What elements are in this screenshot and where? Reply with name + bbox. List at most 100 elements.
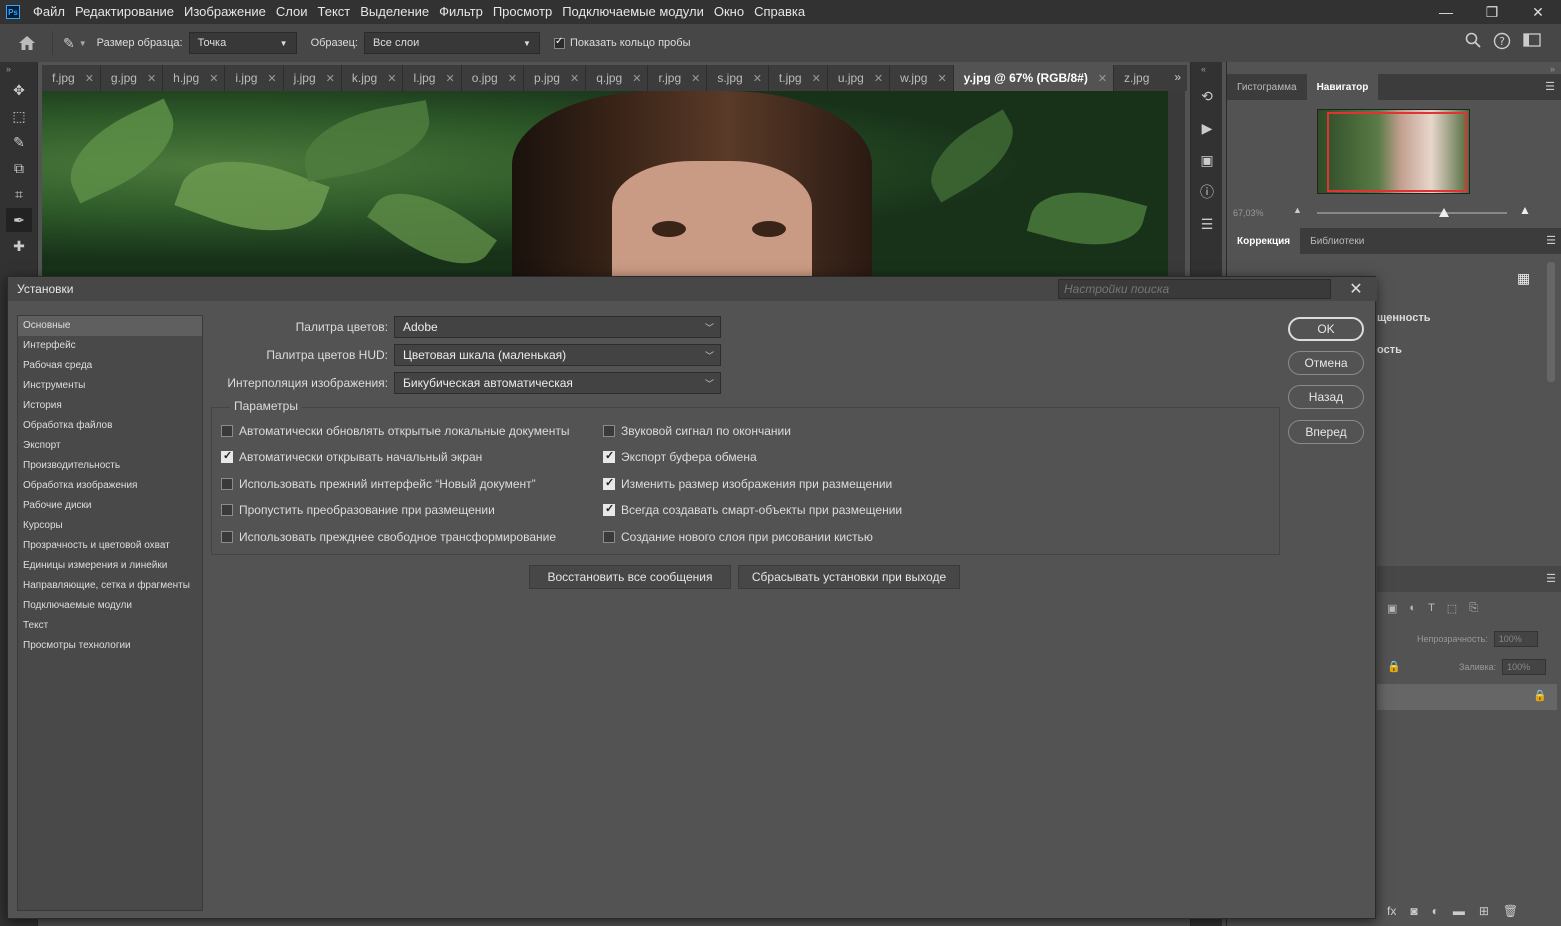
tab-o[interactable]: o.jpg ✕	[462, 65, 524, 91]
close-tab-icon[interactable]: ✕	[691, 72, 700, 85]
folder-icon[interactable]: ▬	[1453, 904, 1465, 918]
zoom-out-icon[interactable]: ▲	[1293, 205, 1302, 215]
image-panel-icon[interactable]: ▣	[1195, 148, 1219, 172]
tab-libraries[interactable]: Библиотеки	[1300, 228, 1374, 254]
category-technology-previews[interactable]: Просмотры технологии	[18, 636, 202, 656]
category-transparency-gamut[interactable]: Прозрачность и цветовой охват	[18, 536, 202, 556]
move-tool-icon[interactable]: ✥	[6, 78, 32, 102]
menu-plugins[interactable]: Подключаемые модули	[557, 0, 709, 24]
close-icon[interactable]: ✕	[1344, 279, 1368, 299]
tab-p[interactable]: p.jpg ✕	[524, 65, 587, 91]
tab-s[interactable]: s.jpg ✕	[707, 65, 769, 91]
tab-navigator[interactable]: Навигатор	[1306, 74, 1379, 100]
hud-color-picker-select[interactable]: Цветовая шкала (маленькая) ﹀	[394, 344, 721, 366]
legacy-new-doc-checkbox[interactable]: Использовать прежний интерфейс “Новый до…	[221, 475, 536, 493]
restore-messages-button[interactable]: Восстановить все сообщения	[529, 565, 731, 589]
marquee-tool-icon[interactable]: ⬚	[6, 104, 32, 128]
menu-file[interactable]: Файл	[28, 0, 70, 24]
auto-open-home-checkbox[interactable]: Автоматически открывать начальный экран	[221, 448, 482, 466]
lock-icon[interactable]: 🔒	[1387, 660, 1401, 673]
tab-r[interactable]: r.jpg ✕	[648, 65, 708, 91]
filter-type-icon[interactable]: T	[1428, 602, 1435, 615]
export-clipboard-checkbox[interactable]: Экспорт буфера обмена	[603, 448, 757, 466]
always-smart-objects-checkbox[interactable]: Всегда создавать смарт-объекты при разме…	[603, 501, 902, 519]
filter-shape-icon[interactable]: ⬚	[1447, 602, 1457, 615]
zoom-slider[interactable]	[1317, 212, 1507, 214]
category-guides-grid-slices[interactable]: Направляющие, сетка и фрагменты	[18, 576, 202, 596]
tab-z[interactable]: z.jpg	[1114, 65, 1155, 91]
opacity-input[interactable]: 100%	[1493, 631, 1538, 647]
category-scratch-disks[interactable]: Рабочие диски	[18, 496, 202, 516]
new-layer-brush-checkbox[interactable]: Создание нового слоя при рисовании кисть…	[603, 528, 873, 546]
menu-type[interactable]: Текст	[313, 0, 356, 24]
grid-view-icon[interactable]: ▦	[1517, 270, 1530, 287]
healing-brush-tool-icon[interactable]: ✚	[6, 234, 32, 258]
filter-smart-icon[interactable]: ⎘	[1469, 602, 1478, 615]
interpolation-select[interactable]: Бикубическая автоматическая ﹀	[394, 372, 721, 394]
close-tab-icon[interactable]: ✕	[874, 72, 883, 85]
tab-f[interactable]: f.jpg ✕	[42, 65, 101, 91]
category-export[interactable]: Экспорт	[18, 436, 202, 456]
auto-update-docs-checkbox[interactable]: Автоматически обновлять открытые локальн…	[221, 422, 569, 440]
close-tab-icon[interactable]: ✕	[812, 72, 821, 85]
legacy-free-transform-checkbox[interactable]: Использовать прежднее свободное трансфор…	[221, 528, 556, 546]
menu-layers[interactable]: Слои	[271, 0, 313, 24]
workspace-icon[interactable]	[1523, 32, 1541, 53]
object-select-tool-icon[interactable]: ⧉	[6, 156, 32, 180]
eyedropper-tool-icon[interactable]: ✒	[6, 208, 32, 232]
tab-t[interactable]: t.jpg ✕	[769, 65, 828, 91]
info-icon[interactable]: ⓘ	[1195, 180, 1219, 204]
category-file-handling[interactable]: Обработка файлов	[18, 416, 202, 436]
close-tab-icon[interactable]: ✕	[753, 72, 762, 85]
restore-icon[interactable]: ❐	[1469, 0, 1515, 24]
panel-menu-icon[interactable]: ☰	[1545, 80, 1555, 93]
menu-filter[interactable]: Фильтр	[434, 0, 488, 24]
collapse-icon[interactable]: «	[1191, 62, 1222, 76]
resize-on-place-checkbox[interactable]: Изменить размер изображения при размещен…	[603, 475, 892, 493]
zoom-in-icon[interactable]: ▲	[1519, 203, 1531, 217]
history-icon[interactable]: ⟲	[1195, 84, 1219, 108]
close-tab-icon[interactable]: ✕	[445, 72, 454, 85]
collapse-icon[interactable]: »	[0, 62, 37, 76]
adjustments-scrollbar[interactable]	[1547, 262, 1555, 382]
new-layer-icon[interactable]: ⊞	[1479, 904, 1489, 918]
fx-icon[interactable]: fx	[1387, 904, 1396, 918]
properties-icon[interactable]: ☰	[1195, 212, 1219, 236]
tab-histogram[interactable]: Гистограмма	[1227, 74, 1307, 100]
close-tab-icon[interactable]: ✕	[937, 72, 946, 85]
back-button[interactable]: Назад	[1288, 385, 1364, 409]
tab-q[interactable]: q.jpg ✕	[586, 65, 649, 91]
close-tab-icon[interactable]: ✕	[570, 72, 579, 85]
help-icon[interactable]: ?	[1493, 32, 1511, 53]
panel-menu-icon[interactable]: ☰	[1546, 572, 1556, 585]
sample-size-select[interactable]: Точка ▼	[188, 32, 297, 54]
close-tab-icon[interactable]: ✕	[209, 72, 218, 85]
tab-l[interactable]: l.jpg ✕	[403, 65, 462, 91]
zoom-slider-handle[interactable]	[1439, 208, 1450, 217]
category-type[interactable]: Текст	[18, 616, 202, 636]
ok-button[interactable]: OK	[1288, 317, 1364, 341]
menu-image[interactable]: Изображение	[179, 0, 271, 24]
close-window-icon[interactable]: ✕	[1515, 0, 1561, 24]
close-tab-icon[interactable]: ✕	[387, 72, 396, 85]
close-tab-icon[interactable]: ✕	[267, 72, 276, 85]
tab-w[interactable]: w.jpg ✕	[890, 65, 954, 91]
tab-g[interactable]: g.jpg ✕	[101, 65, 164, 91]
category-history[interactable]: История	[18, 396, 202, 416]
tab-adjustments[interactable]: Коррекция	[1227, 228, 1301, 254]
skip-transform-checkbox[interactable]: Пропустить преобразование при размещении	[221, 501, 495, 519]
reset-on-exit-button[interactable]: Сбрасывать установки при выходе	[738, 565, 960, 589]
crop-tool-icon[interactable]: ⌗	[6, 182, 32, 206]
close-tab-icon[interactable]: ✕	[326, 72, 335, 85]
close-tab-icon[interactable]: ✕	[147, 72, 156, 85]
menu-window[interactable]: Окно	[709, 0, 749, 24]
search-icon[interactable]	[1465, 32, 1481, 53]
category-image-processing[interactable]: Обработка изображения	[18, 476, 202, 496]
color-picker-select[interactable]: Adobe ﹀	[394, 316, 721, 338]
show-ring-checkbox[interactable]	[553, 36, 565, 49]
trash-icon[interactable]: 🗑	[1503, 904, 1518, 918]
menu-select[interactable]: Выделение	[355, 0, 434, 24]
panel-menu-icon[interactable]: ☰	[1546, 234, 1556, 247]
more-tabs-icon[interactable]: »	[1174, 70, 1181, 84]
quick-select-tool-icon[interactable]: ✎	[6, 130, 32, 154]
